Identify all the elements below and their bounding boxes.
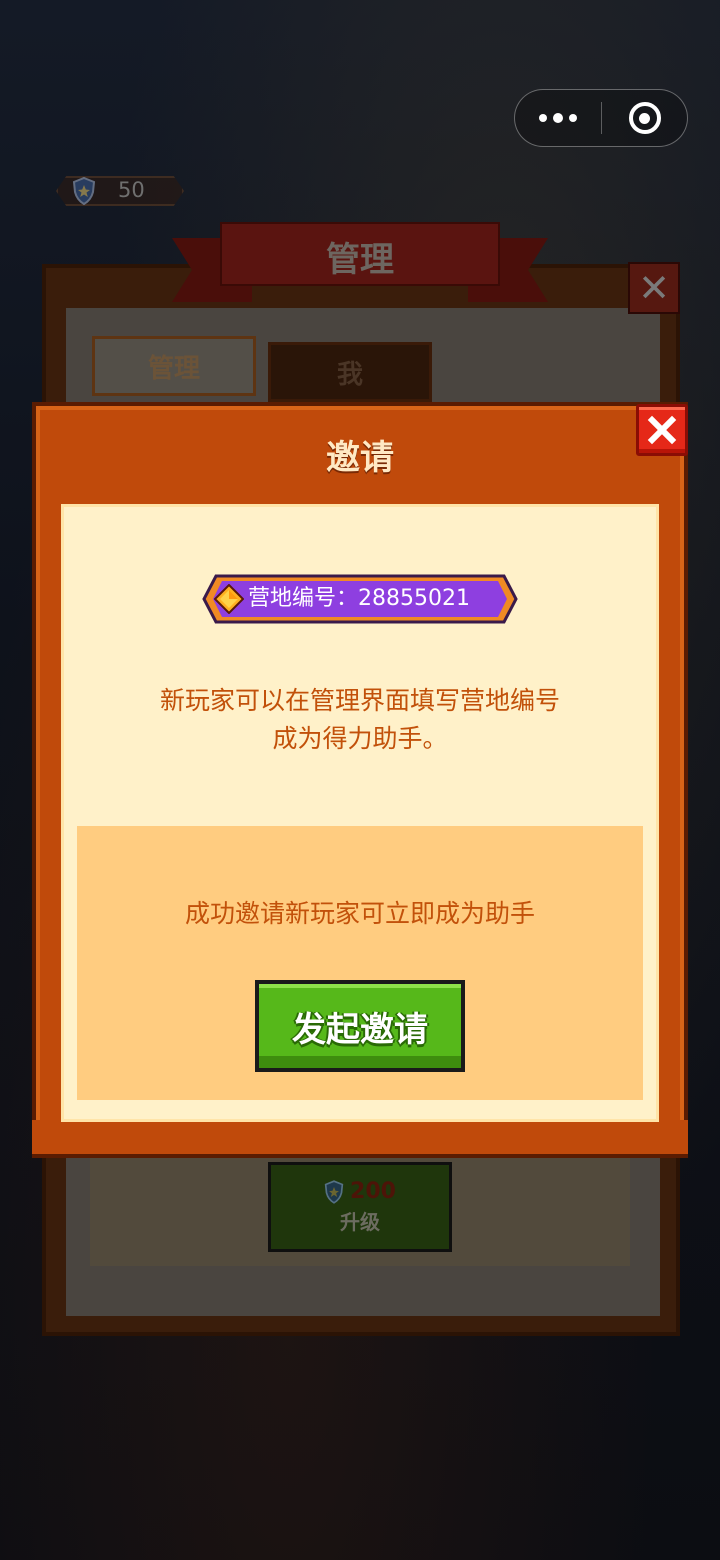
- management-close-button[interactable]: ✕: [628, 262, 680, 314]
- modal-close-button[interactable]: [636, 404, 688, 456]
- upgrade-label: 升级: [340, 1210, 380, 1234]
- close-icon: [647, 415, 677, 445]
- gem-icon: [214, 584, 244, 614]
- invite-info-text: 成功邀请新玩家可立即成为助手: [184, 899, 535, 928]
- send-invite-button[interactable]: 发起邀请: [255, 980, 465, 1072]
- upgrade-cost-value: 200: [350, 1179, 396, 1204]
- more-dots-icon[interactable]: [515, 90, 601, 146]
- description-line-1: 新玩家可以在管理界面填写营地编号: [159, 686, 560, 715]
- tab-me[interactable]: 我: [268, 342, 432, 402]
- shield-count: 50: [118, 178, 145, 202]
- tab-manage[interactable]: 管理: [92, 336, 256, 396]
- shield-star-icon: [72, 177, 96, 205]
- modal-title: 邀请: [326, 438, 394, 478]
- upgrade-button[interactable]: 200 升级: [268, 1162, 452, 1252]
- description-line-2: 成为得力助手。: [272, 724, 448, 753]
- shield-star-icon: [324, 1179, 344, 1204]
- close-miniprogram-button[interactable]: [602, 90, 687, 146]
- camp-id-text: 营地编号：28855021: [248, 586, 470, 611]
- upgrade-cost: 200: [324, 1179, 396, 1204]
- target-circle-icon: [628, 102, 661, 134]
- miniprogram-capsule: [514, 89, 688, 147]
- modal-bottom-edge: [32, 1120, 688, 1158]
- invite-description: 新玩家可以在管理界面填写营地编号 成为得力助手。: [100, 682, 620, 758]
- management-title: 管理: [326, 240, 394, 280]
